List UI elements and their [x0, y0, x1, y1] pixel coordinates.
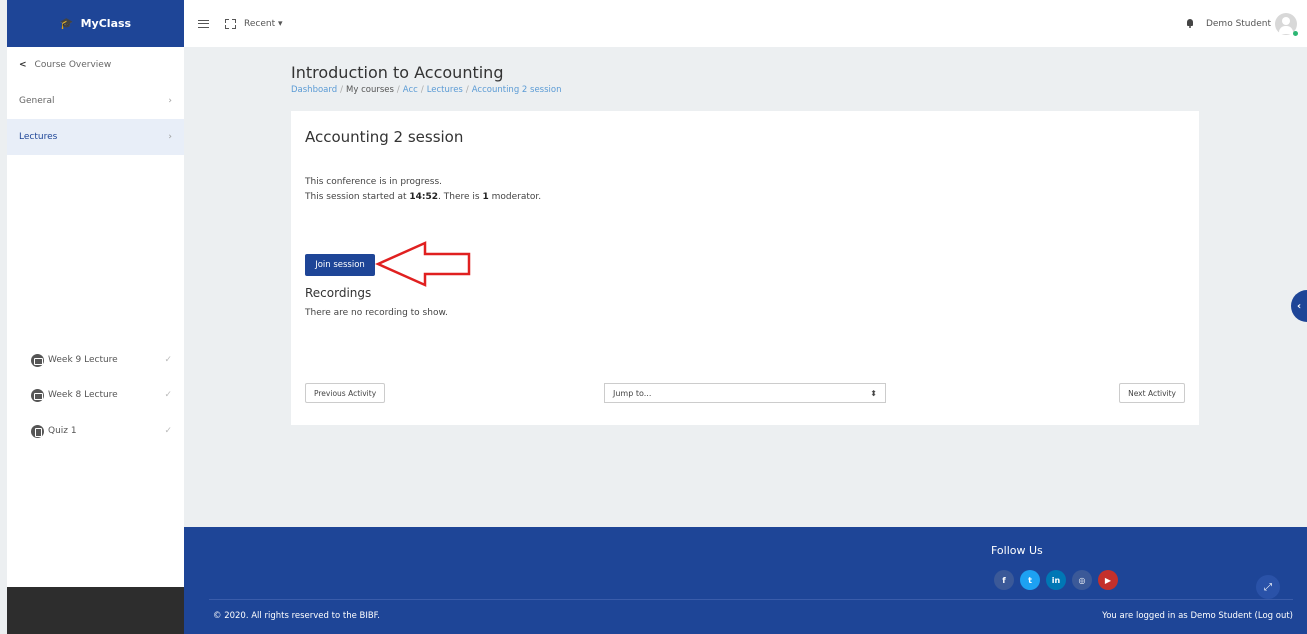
next-activity-button[interactable]: Next Activity [1119, 383, 1185, 403]
breadcrumb-course[interactable]: Acc [403, 85, 418, 95]
course-sidebar: < Course Overview General › Lectures › W… [7, 47, 184, 587]
breadcrumb-my-courses[interactable]: My courses [346, 85, 394, 95]
select-caret-icon: ⬍ [870, 388, 877, 398]
top-navbar: Recent ▾ Demo Student [184, 0, 1307, 47]
session-status: This conference is in progress. [305, 177, 443, 187]
activity-quiz-1[interactable]: Quiz 1 ✓ [31, 421, 172, 441]
completion-check-icon[interactable]: ✓ [164, 426, 172, 436]
breadcrumb-lectures[interactable]: Lectures [427, 85, 463, 95]
hamburger-menu-icon[interactable] [198, 19, 209, 28]
chevron-right-icon: › [168, 96, 172, 106]
fullscreen-icon[interactable] [225, 18, 236, 29]
course-overview-link[interactable]: < Course Overview [7, 47, 184, 83]
footer-divider [209, 599, 1293, 600]
user-name[interactable]: Demo Student [1206, 19, 1271, 29]
breadcrumb-dashboard[interactable]: Dashboard [291, 85, 337, 95]
jump-to-select[interactable]: Jump to... ⬍ [604, 383, 886, 403]
no-recordings-message: There are no recording to show. [305, 308, 448, 318]
logged-in-info[interactable]: You are logged in as Demo Student (Log o… [1102, 611, 1293, 621]
brand-name: MyClass [80, 17, 132, 30]
breadcrumb: Dashboard / My courses / Acc / Lectures / Accoun… [291, 85, 562, 95]
twitter-icon[interactable]: t [1020, 570, 1040, 590]
brand-logo[interactable]: 🎓 MyClass [7, 0, 184, 47]
graduation-cap-icon: 🎓 [59, 17, 74, 30]
linkedin-icon[interactable]: in [1046, 570, 1066, 590]
session-start-info: This session started at 14:52. There is … [305, 192, 542, 202]
instagram-icon[interactable]: ◎ [1072, 570, 1092, 590]
chevron-left-icon: < [19, 60, 27, 70]
join-session-button[interactable]: Join session [305, 254, 375, 276]
avatar[interactable] [1275, 12, 1298, 36]
drawer-toggle-chevron-left-icon[interactable]: ‹ [1291, 290, 1307, 322]
conference-icon [31, 388, 44, 402]
chevron-right-icon: › [168, 132, 172, 142]
recent-dropdown[interactable]: Recent ▾ [244, 19, 283, 29]
online-status-dot [1293, 30, 1298, 36]
quiz-icon [31, 424, 44, 438]
page-footer: Follow Us f t in ◎ ▶ ⤢ © 2020. All right… [184, 527, 1307, 634]
conference-icon [31, 353, 44, 367]
completion-check-icon[interactable]: ✓ [164, 390, 172, 400]
breadcrumb-current[interactable]: Accounting 2 session [472, 85, 562, 95]
completion-check-icon[interactable]: ✓ [164, 355, 172, 365]
follow-us-heading: Follow Us [991, 544, 1043, 557]
expand-icon[interactable]: ⤢ [1256, 575, 1280, 599]
activity-week-8-lecture[interactable]: Week 8 Lecture ✓ [31, 385, 172, 405]
youtube-icon[interactable]: ▶ [1098, 570, 1118, 590]
sidebar-item-lectures[interactable]: Lectures › [7, 119, 184, 155]
session-start-time: 14:52 [409, 192, 439, 202]
sidebar-footer [7, 587, 184, 634]
recordings-heading: Recordings [305, 286, 372, 300]
facebook-icon[interactable]: f [994, 570, 1014, 590]
social-links: f t in ◎ ▶ [994, 570, 1118, 590]
previous-activity-button[interactable]: Previous Activity [305, 383, 386, 403]
copyright-text: © 2020. All rights reserved to the BIBF. [213, 611, 380, 621]
annotation-arrow-icon [375, 241, 471, 287]
activity-week-9-lecture[interactable]: Week 9 Lecture ✓ [31, 350, 172, 370]
notification-bell-icon[interactable] [1186, 19, 1194, 28]
page-title: Introduction to Accounting [291, 63, 504, 82]
sidebar-item-general[interactable]: General › [7, 83, 184, 119]
session-title: Accounting 2 session [305, 128, 464, 146]
